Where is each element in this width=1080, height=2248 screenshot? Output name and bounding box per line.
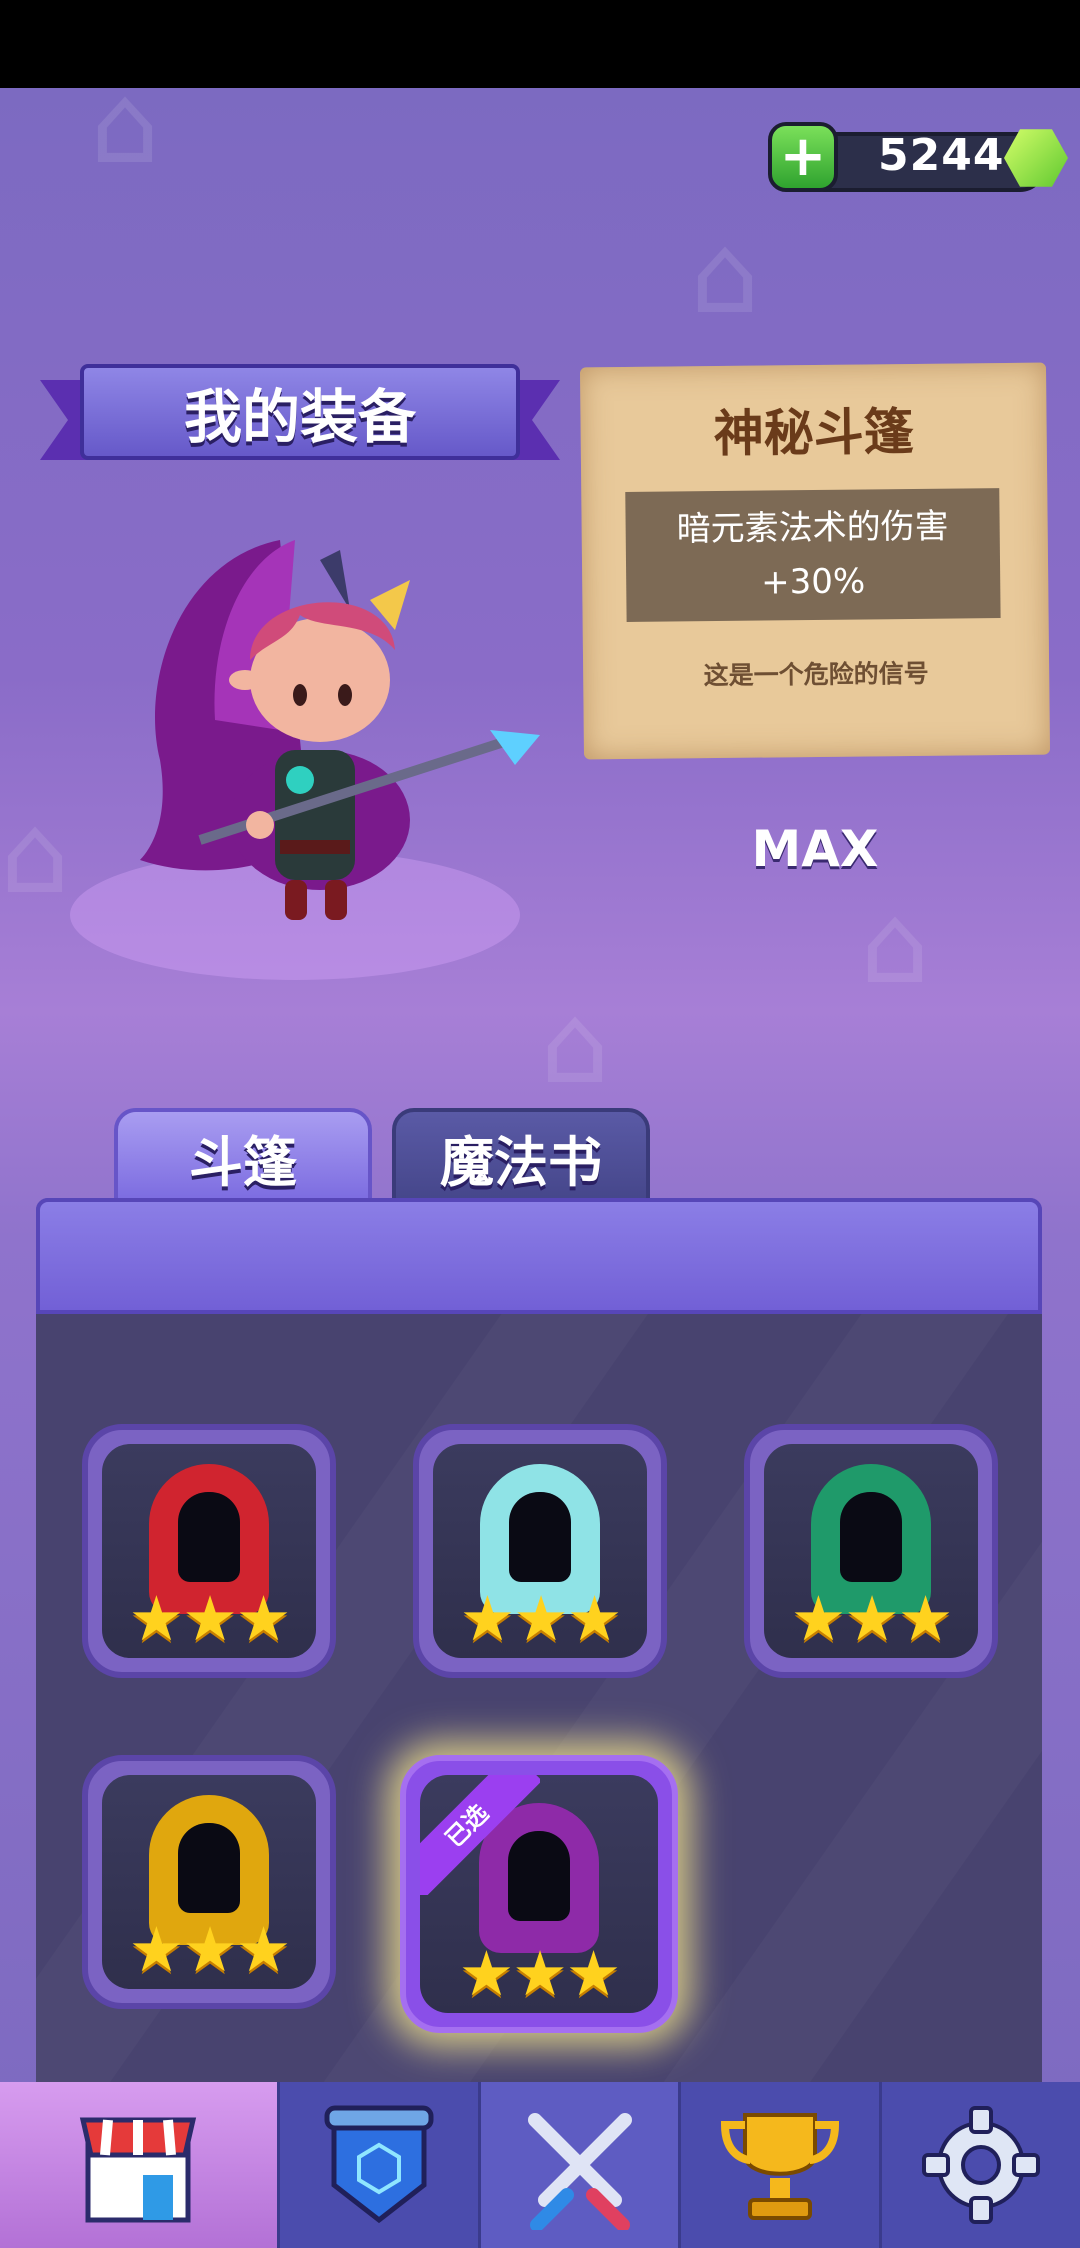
- bottom-nav: [0, 2082, 1080, 2248]
- wizard-hat-bg-icon: ⌂: [690, 210, 760, 338]
- tab-spellbook[interactable]: 魔法书: [392, 1108, 650, 1206]
- cloak-item-gold[interactable]: ★★★: [82, 1755, 336, 2009]
- hood-shadow: [509, 1492, 571, 1582]
- wizard-hat-bg-icon: ⌂: [860, 880, 930, 1008]
- shield-icon: [324, 2105, 434, 2224]
- page-title-ribbon: 我的装备: [40, 358, 560, 478]
- item-effect-text: 暗元素法术的伤害: [676, 506, 949, 550]
- item-effect-value: +30%: [760, 561, 866, 603]
- nav-shop[interactable]: [0, 2082, 277, 2248]
- item-frame: ★★★: [102, 1775, 316, 1989]
- inventory-panel-header-overlay: [36, 1198, 1042, 1314]
- item-frame: ★★★: [102, 1444, 316, 1658]
- item-stars: ★★★: [128, 1913, 292, 1986]
- item-name: 神秘斗篷: [713, 402, 914, 464]
- hood-shadow: [178, 1492, 240, 1582]
- item-frame: ★★★: [764, 1444, 978, 1658]
- selected-badge-text: 已选: [420, 1775, 540, 1895]
- nav-battle[interactable]: [477, 2082, 679, 2248]
- add-gems-button[interactable]: +: [768, 122, 838, 192]
- wizard-hat-bg-icon: ⌂: [0, 790, 70, 918]
- gear-icon: [922, 2106, 1041, 2224]
- nav-settings[interactable]: [879, 2082, 1080, 2248]
- shop-icon: [80, 2117, 197, 2223]
- hood-shadow: [178, 1823, 240, 1913]
- wizard-character: [140, 540, 540, 920]
- item-stars: ★★★: [790, 1582, 954, 1655]
- cloak-item-frost[interactable]: ★★★: [413, 1424, 667, 1678]
- gem-currency: + 5244: [768, 122, 1068, 194]
- item-stars: ★★★: [458, 1937, 622, 2010]
- item-frame: ★★★: [433, 1444, 647, 1658]
- trophy-icon: [721, 2113, 840, 2220]
- cloak-item-mystic[interactable]: ★★★ 已选: [400, 1755, 678, 2033]
- tab-cloak[interactable]: 斗篷: [114, 1108, 372, 1206]
- item-description: 这是一个危险的信号: [703, 658, 929, 691]
- item-frame: ★★★ 已选: [420, 1775, 658, 2013]
- item-info-card: 神秘斗篷 暗元素法术的伤害 +30% 这是一个危险的信号: [579, 362, 1051, 760]
- ribbon-body: 我的装备: [80, 364, 520, 460]
- gem-amount: 5244: [878, 130, 1005, 181]
- status-bar: [0, 0, 1080, 88]
- crossed-swords-icon: [527, 2113, 632, 2230]
- hood-shadow: [840, 1492, 902, 1582]
- cloak-item-red[interactable]: ★★★: [82, 1424, 336, 1678]
- selected-badge: 已选: [420, 1775, 540, 1895]
- cloak-item-green[interactable]: ★★★: [744, 1424, 998, 1678]
- item-stars: ★★★: [128, 1582, 292, 1655]
- item-effect: 暗元素法术的伤害 +30%: [625, 488, 1001, 622]
- nav-rank[interactable]: [678, 2082, 879, 2248]
- page-title: 我的装备: [183, 383, 416, 451]
- nav-equipment[interactable]: [276, 2082, 478, 2248]
- wizard-hat-bg-icon: ⌂: [90, 60, 160, 188]
- wizard-hat-bg-icon: ⌂: [540, 980, 610, 1108]
- item-stars: ★★★: [459, 1582, 623, 1655]
- item-level: MAX: [751, 820, 879, 878]
